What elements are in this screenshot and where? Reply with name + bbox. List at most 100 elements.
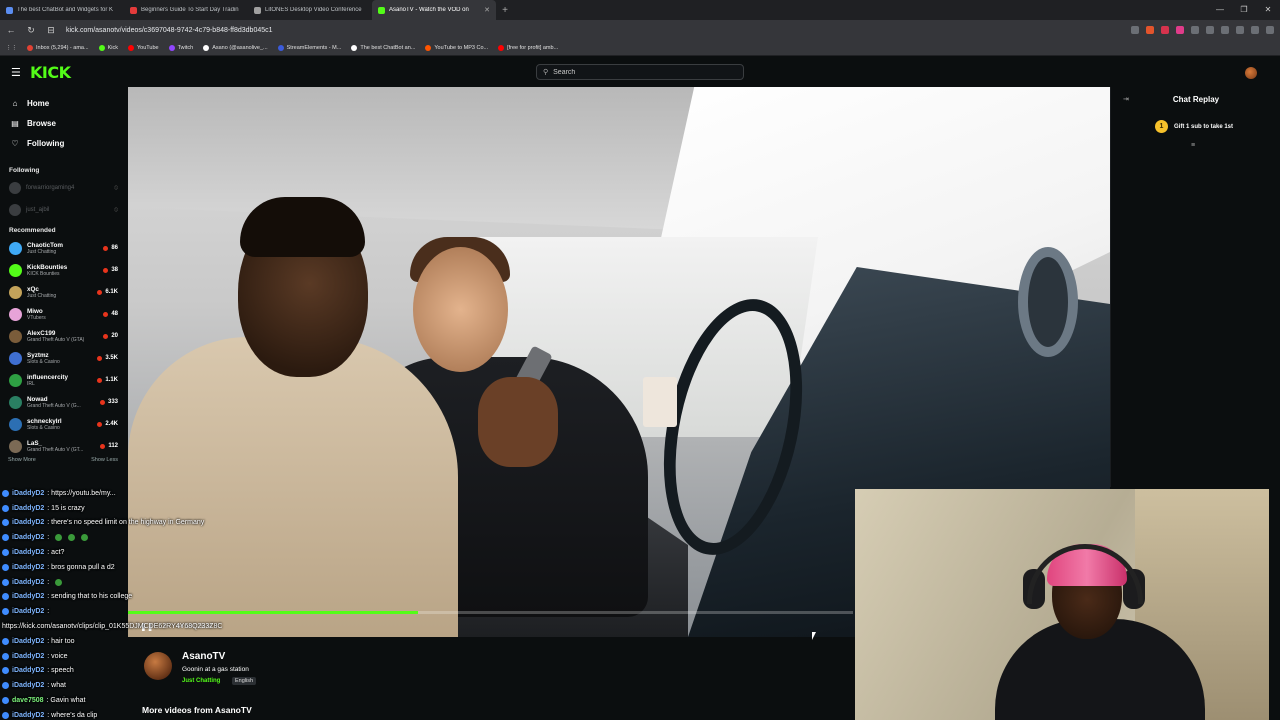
channel-category: Grand Theft Auto V (GTA) bbox=[27, 336, 85, 343]
sidebar-nav-home[interactable]: ⌂ Home bbox=[0, 93, 126, 113]
chat-username: iDaddyD2 bbox=[12, 608, 45, 616]
extension-red-icon[interactable] bbox=[1161, 26, 1169, 34]
bookmark-item[interactable]: Twitch bbox=[168, 44, 193, 51]
apps-grid-icon[interactable]: ⋮⋮ bbox=[6, 45, 17, 51]
viewer-count: 38 bbox=[103, 267, 118, 273]
bookmark-item[interactable]: [free for profit] amb... bbox=[498, 44, 558, 51]
bookmark-favicon-icon bbox=[203, 44, 210, 51]
bookmark-item[interactable]: StreamElements - M... bbox=[277, 44, 342, 51]
hamburger-menu-icon[interactable]: ☰ bbox=[11, 66, 21, 79]
sidebar-nav-following[interactable]: ♡ Following bbox=[0, 133, 126, 153]
chat-text: : act? bbox=[47, 549, 65, 557]
user-badge-icon bbox=[2, 489, 9, 497]
bookmark-label: StreamElements - M... bbox=[286, 44, 342, 51]
channel-name: KickBounties bbox=[27, 263, 68, 271]
show-more-row: Show More Show Less bbox=[0, 457, 126, 463]
recommended-channel[interactable]: influencercity IRL 1.1K bbox=[0, 369, 126, 391]
chat-text: : bbox=[47, 608, 50, 616]
user-avatar[interactable] bbox=[1245, 67, 1257, 79]
live-dot-icon bbox=[97, 289, 103, 295]
share-icon[interactable] bbox=[1131, 26, 1139, 34]
reload-icon[interactable]: ↻ bbox=[26, 25, 36, 36]
channel-category: Grand Theft Auto V (GT... bbox=[27, 446, 84, 453]
sidebar-icon[interactable] bbox=[1236, 26, 1244, 34]
tab-favicon-icon bbox=[6, 6, 13, 14]
recommended-channel[interactable]: LaS_ Grand Theft Auto V (GT... 112 bbox=[0, 435, 126, 457]
bookmark-item[interactable]: Inbox (5,294) - ama... bbox=[27, 44, 89, 51]
chat-message: iDaddyD2: there's no speed limit on the … bbox=[2, 516, 302, 531]
recommended-channel[interactable]: ChaoticTom Just Chatting 86 bbox=[0, 237, 126, 259]
browser-tab[interactable]: Beginners Guide To Start Day Tradin bbox=[124, 0, 248, 20]
channel-avatar bbox=[9, 307, 22, 321]
kick-header: ☰ KICK ⚲ bbox=[0, 57, 1280, 87]
maximize-icon[interactable]: ❐ bbox=[1232, 0, 1256, 20]
bookmark-item[interactable]: Kick bbox=[98, 44, 118, 51]
bookmark-favicon-icon bbox=[351, 44, 358, 51]
channel-avatar bbox=[9, 395, 22, 409]
channel-avatar bbox=[9, 439, 22, 453]
chat-text: : hair too bbox=[47, 637, 75, 645]
show-less-button[interactable]: Show Less bbox=[91, 457, 118, 463]
search-bar[interactable]: ⚲ bbox=[536, 64, 744, 80]
recommended-channel[interactable]: Syztmz Slots & Casino 3.5K bbox=[0, 347, 126, 369]
browser-tab[interactable]: AsanoTV - Watch the VOD on ✕ bbox=[372, 0, 496, 20]
tab-title: AsanoTV - Watch the VOD on bbox=[389, 7, 469, 13]
bookmark-item[interactable]: The best ChatBot an... bbox=[351, 44, 415, 51]
viewer-count-value: 1.1K bbox=[105, 377, 118, 383]
browser-tab[interactable]: The best ChatBot and Widgets for K bbox=[0, 0, 124, 20]
following-channel[interactable]: just_ajbil ⦸ bbox=[0, 199, 126, 221]
chat-text: : voice bbox=[47, 652, 68, 660]
search-input[interactable] bbox=[553, 68, 734, 76]
chat-message: iDaddyD2: 15 is crazy bbox=[2, 501, 302, 516]
wallet-icon[interactable] bbox=[1251, 26, 1259, 34]
recommended-channel[interactable]: Nowad Grand Theft Auto V (G... 333 bbox=[0, 391, 126, 413]
channel-avatar bbox=[9, 241, 22, 255]
url-field[interactable]: kick.com/asanotv/videos/c3697048-9742-4c… bbox=[66, 27, 1121, 34]
minimize-icon[interactable]: — bbox=[1208, 0, 1232, 20]
chat-title: Chat Replay bbox=[1172, 95, 1220, 104]
recommended-channel[interactable]: Miwo VTubers 48 bbox=[0, 303, 126, 325]
kick-logo[interactable]: KICK bbox=[30, 63, 71, 82]
user-badge-icon bbox=[2, 608, 9, 616]
pinned-expand-icon[interactable]: ≡ bbox=[1191, 142, 1195, 149]
channel-info: xQc Just Chatting bbox=[27, 286, 92, 299]
extension-pink-icon[interactable] bbox=[1176, 26, 1184, 34]
car-vent bbox=[1018, 247, 1078, 357]
site-info-icon[interactable]: ⊟ bbox=[46, 25, 56, 36]
user-badge-icon bbox=[2, 652, 9, 660]
recommended-channel[interactable]: KickBounties KICK Bounties 38 bbox=[0, 259, 126, 281]
channel-avatar bbox=[9, 182, 21, 194]
viewer-count-value: 48 bbox=[111, 311, 118, 317]
bookmark-item[interactable]: YouTube to MP3 Co... bbox=[425, 44, 488, 51]
new-tab-icon[interactable]: + bbox=[496, 5, 514, 16]
chat-message: iDaddyD2: speech bbox=[2, 664, 302, 679]
chat-message: iDaddyD2: hair too bbox=[2, 634, 302, 649]
channel-avatar bbox=[9, 351, 22, 365]
viewer-count: 1.1K bbox=[97, 377, 118, 383]
viewer-count: 112 bbox=[100, 443, 118, 449]
bookmark-favicon-icon bbox=[27, 44, 33, 51]
heart-icon: ♡ bbox=[11, 138, 19, 148]
live-dot-icon bbox=[103, 267, 109, 273]
bookmark-item[interactable]: Asano (@asanolive_... bbox=[203, 44, 268, 51]
gift-sub-banner[interactable]: 1 Gift 1 sub to take 1st bbox=[1155, 120, 1233, 133]
chat-emote-icon bbox=[81, 534, 89, 542]
close-window-icon[interactable]: ✕ bbox=[1256, 0, 1280, 20]
extension-icon[interactable] bbox=[1191, 26, 1199, 34]
recommended-channel[interactable]: xQc Just Chatting 6.1K bbox=[0, 281, 126, 303]
back-icon[interactable]: ← bbox=[6, 25, 16, 35]
show-more-button[interactable]: Show More bbox=[8, 457, 36, 463]
media-icon[interactable] bbox=[1221, 26, 1229, 34]
browser-tab[interactable]: LitONES Desktop Video Conference bbox=[248, 0, 372, 20]
following-channel[interactable]: forwarriorgaming4 ⦸ bbox=[0, 177, 126, 199]
recommended-channel[interactable]: AlexC199 Grand Theft Auto V (GTA) 20 bbox=[0, 325, 126, 347]
brave-shield-icon[interactable] bbox=[1146, 26, 1154, 34]
bookmark-item[interactable]: YouTube bbox=[127, 44, 159, 51]
sidebar-nav-label: Browse bbox=[27, 118, 56, 128]
sidebar-nav-browse[interactable]: ▤ Browse bbox=[0, 113, 126, 133]
extension-puzzle-icon[interactable] bbox=[1206, 26, 1214, 34]
recommended-channel[interactable]: schneckyIrl Slots & Casino 2.4K bbox=[0, 413, 126, 435]
live-dot-icon bbox=[103, 311, 109, 317]
tab-close-icon[interactable]: ✕ bbox=[484, 6, 490, 14]
menu-icon[interactable] bbox=[1266, 26, 1274, 34]
